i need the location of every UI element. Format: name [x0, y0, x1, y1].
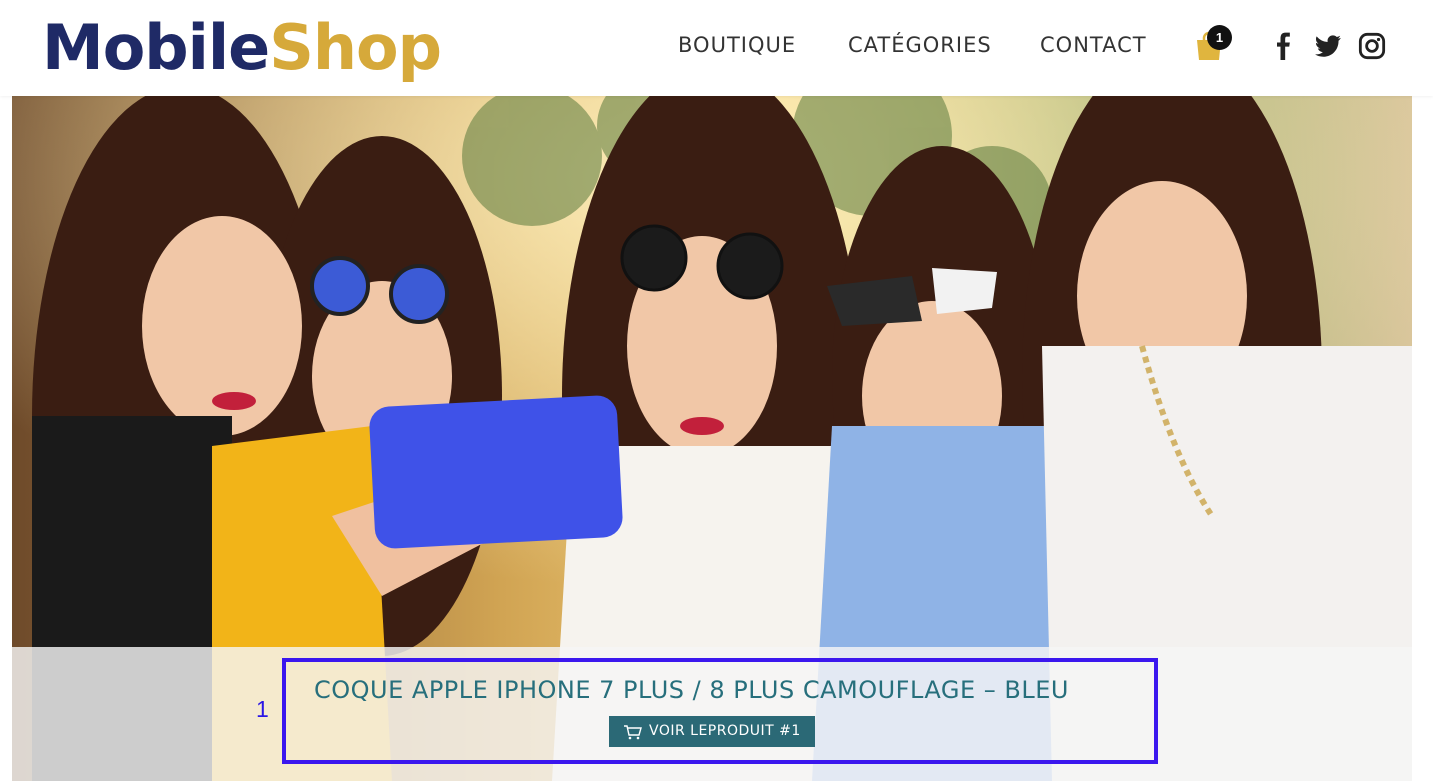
logo-part-shop: Shop: [269, 11, 442, 84]
instagram-icon[interactable]: [1358, 32, 1386, 60]
product-title[interactable]: COQUE APPLE IPHONE 7 PLUS / 8 PLUS CAMOU…: [314, 676, 1069, 704]
cart-icon: [624, 725, 642, 740]
logo-part-mobile: Mobile: [42, 11, 270, 84]
nav-boutique[interactable]: BOUTIQUE: [678, 33, 796, 57]
site-logo[interactable]: MobileShop: [42, 8, 442, 88]
nav-contact[interactable]: CONTACT: [1040, 33, 1147, 57]
nav-categories[interactable]: CATÉGORIES: [848, 33, 992, 57]
facebook-icon[interactable]: [1270, 32, 1298, 60]
site-header: MobileShop BOUTIQUE CATÉGORIES CONTACT 1: [0, 0, 1433, 96]
cart-count-badge: 1: [1207, 25, 1232, 50]
selection-highlight-box: [282, 658, 1158, 764]
view-product-button[interactable]: VOIR LEPRODUIT #1: [609, 716, 815, 747]
twitter-icon[interactable]: [1314, 32, 1342, 60]
view-product-label: VOIR LEPRODUIT #1: [649, 723, 801, 739]
slide-index: 1: [256, 696, 269, 722]
